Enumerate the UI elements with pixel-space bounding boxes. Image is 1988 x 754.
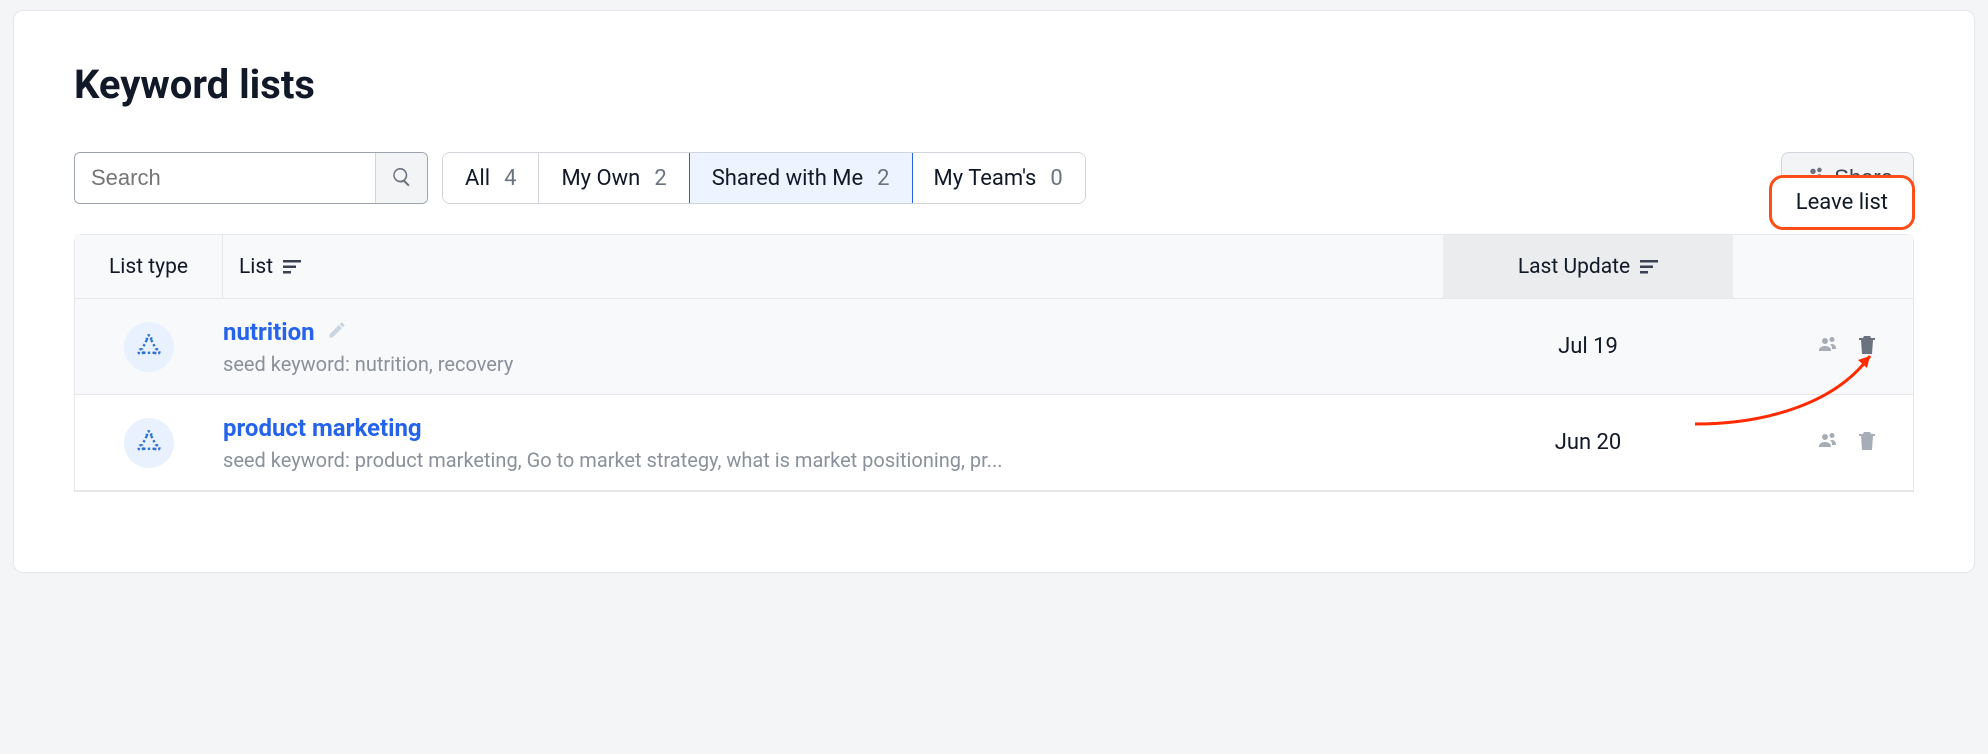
search-button[interactable] xyxy=(375,153,427,203)
filter-tabs: All 4 My Own 2 Shared with Me 2 My Team'… xyxy=(442,152,1086,204)
table-header: List type List Last Update Leave list xyxy=(75,235,1913,299)
cell-list: product marketing seed keyword: product … xyxy=(223,414,1443,472)
sort-icon xyxy=(283,260,301,274)
column-label: List type xyxy=(109,255,188,279)
tab-all[interactable]: All 4 xyxy=(443,153,539,203)
tab-my-teams[interactable]: My Team's 0 xyxy=(912,153,1085,203)
pencil-icon[interactable] xyxy=(327,320,347,344)
page-title: Keyword lists xyxy=(74,61,1914,108)
lists-table: List type List Last Update Leave list xyxy=(74,234,1914,492)
controls-row: All 4 My Own 2 Shared with Me 2 My Team'… xyxy=(74,152,1914,204)
list-subtitle: seed keyword: product marketing, Go to m… xyxy=(223,448,1223,472)
search-input[interactable] xyxy=(75,153,375,203)
share-node-icon xyxy=(124,418,174,468)
search-box xyxy=(74,152,428,204)
sort-icon xyxy=(1640,260,1658,274)
column-label: List xyxy=(239,255,273,279)
cell-actions xyxy=(1733,333,1913,361)
column-list[interactable]: List xyxy=(223,235,1443,298)
cell-date: Jun 20 xyxy=(1443,430,1733,455)
cell-list-type xyxy=(75,322,223,372)
list-subtitle: seed keyword: nutrition, recovery xyxy=(223,352,1223,376)
list-title-link[interactable]: nutrition xyxy=(223,318,315,346)
people-icon[interactable] xyxy=(1813,333,1837,361)
tab-count: 0 xyxy=(1050,166,1062,191)
cell-list: nutrition seed keyword: nutrition, recov… xyxy=(223,318,1443,376)
people-icon[interactable] xyxy=(1813,429,1837,457)
search-icon xyxy=(391,166,413,191)
tab-label: Shared with Me xyxy=(712,166,863,191)
tab-count: 2 xyxy=(654,166,666,191)
cell-actions xyxy=(1733,429,1913,457)
tab-shared-with-me[interactable]: Shared with Me 2 xyxy=(689,152,913,204)
table-row: product marketing seed keyword: product … xyxy=(75,395,1913,491)
leave-list-tooltip: Leave list xyxy=(1769,175,1915,230)
cell-date: Jul 19 xyxy=(1443,334,1733,359)
cell-list-type xyxy=(75,418,223,468)
share-node-icon xyxy=(124,322,174,372)
column-label: Last Update xyxy=(1518,255,1630,279)
tab-label: My Own xyxy=(561,166,640,191)
tab-my-own[interactable]: My Own 2 xyxy=(539,153,689,203)
column-last-update[interactable]: Last Update xyxy=(1443,235,1733,298)
tab-label: All xyxy=(465,166,490,191)
trash-icon[interactable] xyxy=(1855,429,1879,457)
tab-count: 4 xyxy=(504,166,516,191)
tab-label: My Team's xyxy=(934,166,1037,191)
list-title-link[interactable]: product marketing xyxy=(223,414,422,442)
table-row: nutrition seed keyword: nutrition, recov… xyxy=(75,299,1913,395)
trash-icon[interactable] xyxy=(1855,333,1879,361)
tab-count: 2 xyxy=(877,166,889,191)
column-list-type[interactable]: List type xyxy=(75,235,223,298)
column-actions: Leave list xyxy=(1733,235,1913,298)
